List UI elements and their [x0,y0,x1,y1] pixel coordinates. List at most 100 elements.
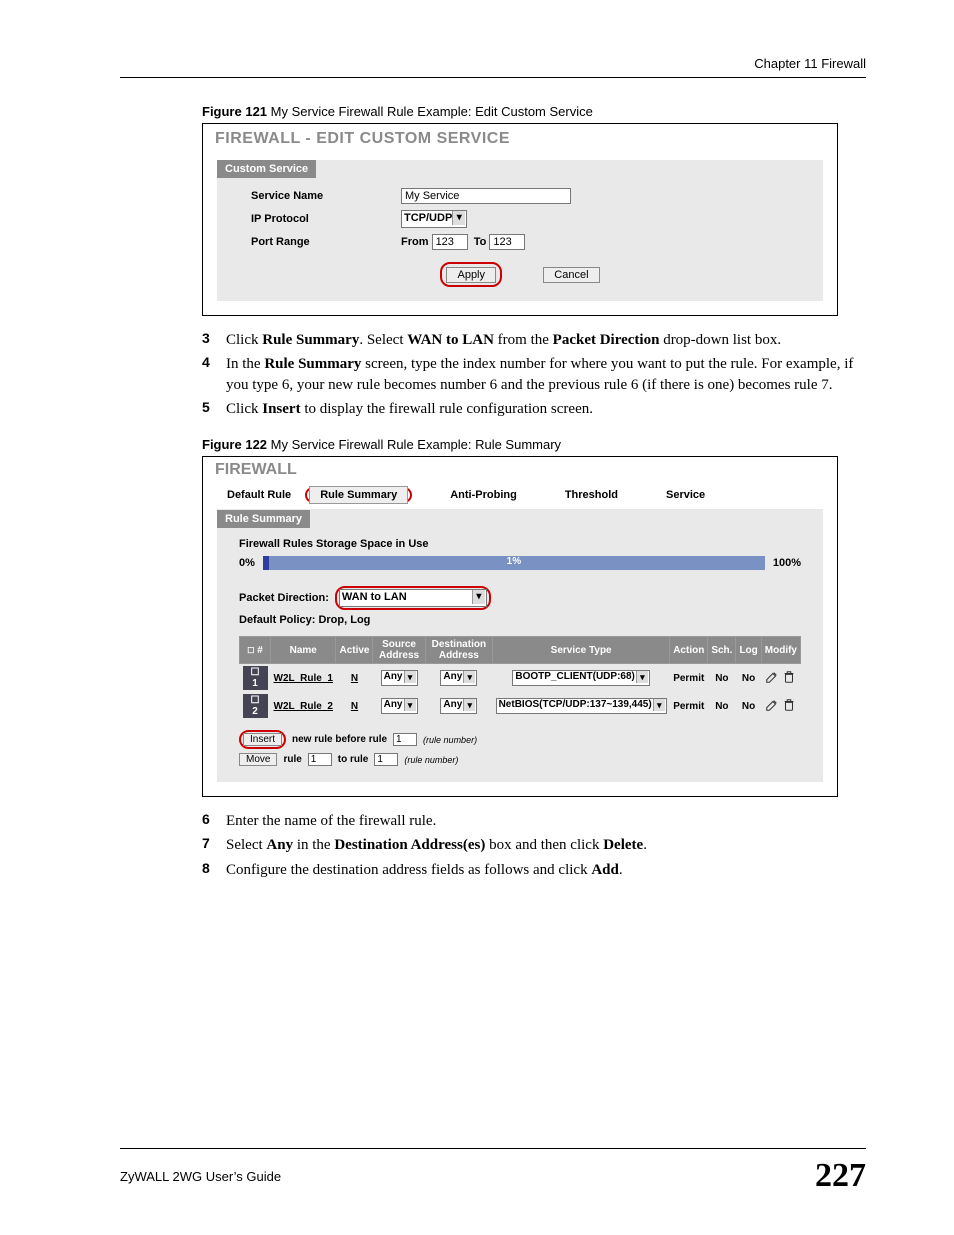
step-text-6: Enter the name of the firewall rule. [226,811,866,831]
footer-page: 227 [815,1157,866,1195]
fig122-window: FIREWALL Default Rule Rule Summary Anti-… [202,456,838,797]
insert-button[interactable]: Insert [243,733,282,746]
table-row: ☐ 2 W2L_Rule_2 N Any Any NetBIOS(TCP/UDP… [240,692,801,720]
header-rule [120,77,866,78]
packet-direction-label: Packet Direction: [239,592,329,604]
delete-icon[interactable] [782,698,796,712]
step-num-3: 3 [202,330,226,350]
step-text-8: Configure the destination address fields… [226,860,866,880]
fig121-caption-text: My Service Firewall Rule Example: Edit C… [267,104,593,119]
step-num-7: 7 [202,835,226,855]
percent-right: 100% [773,557,801,569]
panel-head-rule-summary: Rule Summary [217,510,310,528]
step-num-8: 8 [202,860,226,880]
insert-highlight: Insert [239,730,286,749]
table-row: ☐ 1 W2L_Rule_1 N Any Any BOOTP_CLIENT(UD… [240,664,801,693]
tab-rule-summary[interactable]: Rule Summary [309,486,408,504]
instructions-block-a: 3 Click Rule Summary. Select WAN to LAN … [202,330,866,419]
fig121-title: FIREWALL - EDIT CUSTOM SERVICE [203,124,837,160]
ip-protocol-select[interactable]: TCP/UDP [401,210,467,228]
tab-default-rule[interactable]: Default Rule [217,487,301,503]
move-button[interactable]: Move [239,753,277,766]
step-text-5: Click Insert to display the firewall rul… [226,399,866,419]
fig121-window: FIREWALL - EDIT CUSTOM SERVICE Custom Se… [202,123,838,316]
row-log: No [736,664,761,693]
col-num: ☐ # [240,637,271,664]
step-text-3: Click Rule Summary. Select WAN to LAN fr… [226,330,866,350]
delete-icon[interactable] [782,670,796,684]
row-name-link[interactable]: W2L_Rule_1 [274,673,333,684]
tab-anti-probing[interactable]: Anti-Probing [440,487,527,503]
insert-rule-input[interactable] [393,733,417,746]
apply-button[interactable]: Apply [446,267,496,283]
rule-table: ☐ # Name Active Source Address Destinati… [239,636,801,720]
rule-summary-highlight: Rule Summary [305,487,412,503]
row-index: ☐ 2 [243,694,268,718]
cancel-button[interactable]: Cancel [543,267,599,283]
footer-guide: ZyWALL 2WG User’s Guide [120,1169,281,1184]
fig121-caption-num: Figure 121 [202,104,267,119]
col-active: Active [336,637,373,664]
instructions-block-b: 6 Enter the name of the firewall rule. 7… [202,811,866,880]
label-port-range: Port Range [251,236,401,248]
tab-threshold[interactable]: Threshold [555,487,628,503]
row-svc-select[interactable]: NetBIOS(TCP/UDP:137~139,445) [496,698,667,714]
row-sch: No [708,692,736,720]
fig122-caption: Figure 122 My Service Firewall Rule Exam… [202,437,866,452]
port-from-input[interactable] [432,234,468,250]
page-footer: ZyWALL 2WG User’s Guide 227 [120,1148,866,1195]
tab-service[interactable]: Service [656,487,715,503]
storage-bar-fill [263,556,269,570]
row-log: No [736,692,761,720]
fig122-title: FIREWALL [203,457,837,487]
col-src: Source Address [373,637,425,664]
tab-bar: Default Rule Rule Summary Anti-Probing T… [203,487,837,509]
step-text-4: In the Rule Summary screen, type the ind… [226,354,866,395]
insert-text: new rule before rule [292,734,387,745]
chapter-header: Chapter 11 Firewall [120,56,866,71]
label-ip-protocol: IP Protocol [251,213,401,225]
row-active[interactable]: N [351,701,358,712]
col-log: Log [736,637,761,664]
col-dst: Destination Address [425,637,492,664]
edit-icon[interactable] [765,670,779,684]
custom-service-panel: Custom Service Service Name IP Protocol … [217,160,823,301]
apply-highlight: Apply [440,262,502,287]
move-from-input[interactable] [308,753,332,766]
row-dst-select[interactable]: Any [440,670,477,686]
label-from: From [401,236,429,248]
step-text-7: Select Any in the Destination Address(es… [226,835,866,855]
move-to-input[interactable] [374,753,398,766]
step-num-5: 5 [202,399,226,419]
port-to-input[interactable] [489,234,525,250]
move-text-1: rule [283,754,301,765]
row-active[interactable]: N [351,673,358,684]
step-num-4: 4 [202,354,226,395]
label-service-name: Service Name [251,190,401,202]
packet-direction-highlight: WAN to LAN [335,586,491,610]
row-name-link[interactable]: W2L_Rule_2 [274,701,333,712]
storage-label: Firewall Rules Storage Space in Use [239,538,801,550]
fig122-caption-text: My Service Firewall Rule Example: Rule S… [267,437,561,452]
edit-icon[interactable] [765,698,779,712]
rule-summary-panel: Rule Summary Firewall Rules Storage Spac… [217,509,823,782]
row-src-select[interactable]: Any [381,698,418,714]
fig121-caption: Figure 121 My Service Firewall Rule Exam… [202,104,866,119]
storage-bar: 1% [263,556,765,570]
row-sch: No [708,664,736,693]
col-modify: Modify [761,637,800,664]
service-name-input[interactable] [401,188,571,204]
col-sch: Sch. [708,637,736,664]
row-src-select[interactable]: Any [381,670,418,686]
row-svc-select[interactable]: BOOTP_CLIENT(UDP:68) [512,670,649,686]
rule-number-note-1: (rule number) [423,735,477,745]
row-index: ☐ 1 [243,666,268,690]
row-dst-select[interactable]: Any [440,698,477,714]
panel-head-custom-service: Custom Service [217,160,316,178]
row-action: Permit [670,692,708,720]
percent-left: 0% [239,557,255,569]
col-action: Action [670,637,708,664]
packet-direction-select[interactable]: WAN to LAN [339,589,487,607]
row-action: Permit [670,664,708,693]
fig122-caption-num: Figure 122 [202,437,267,452]
